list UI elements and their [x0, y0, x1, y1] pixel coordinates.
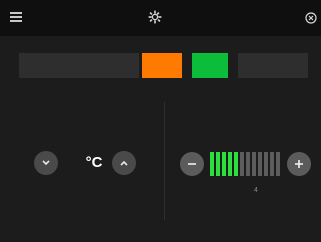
fan-level-segment [252, 152, 256, 176]
vertical-divider [164, 102, 165, 220]
fan-level-segment [258, 152, 262, 176]
fan-level-segment [222, 152, 226, 176]
fan-level-segment [246, 152, 250, 176]
fan-level-segment [228, 152, 232, 176]
temperature-unit: °C [85, 154, 103, 171]
fan-level-segment [210, 152, 214, 176]
fan-increase-button[interactable] [287, 152, 311, 176]
color-strip-orange[interactable] [142, 53, 182, 78]
hamburger-menu-icon[interactable] [10, 12, 22, 22]
fan-level-segment [216, 152, 220, 176]
minus-icon [188, 163, 196, 165]
fan-level-segment [240, 152, 244, 176]
close-icon[interactable] [305, 11, 317, 24]
fan-level-segment [234, 152, 238, 176]
color-strip-left [19, 53, 139, 78]
fan-level-bar[interactable] [210, 152, 280, 176]
fan-level-segment [270, 152, 274, 176]
chevron-down-icon [42, 160, 50, 166]
fan-level-segment [264, 152, 268, 176]
fan-level-segment [276, 152, 280, 176]
color-strip-right [238, 53, 308, 78]
temperature-increase-button[interactable] [112, 151, 136, 175]
fan-decrease-button[interactable] [180, 152, 204, 176]
gear-icon[interactable] [148, 10, 162, 24]
fan-level-value: 4 [254, 187, 258, 194]
temperature-decrease-button[interactable] [34, 151, 58, 175]
chevron-up-icon [120, 160, 128, 166]
top-bar [0, 0, 321, 36]
color-strip-green[interactable] [192, 53, 228, 78]
plus-icon [295, 160, 303, 168]
